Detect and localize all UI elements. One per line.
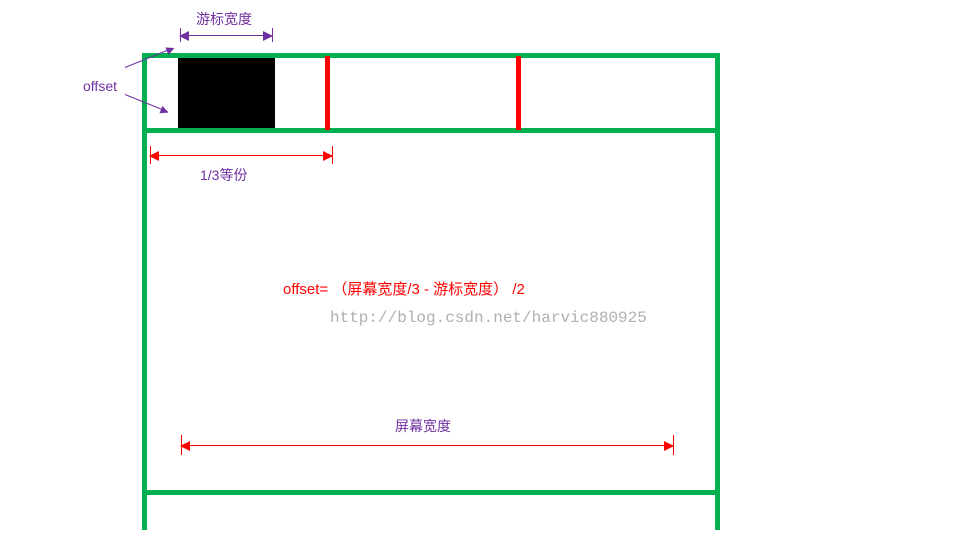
one-third-tick-left [150,146,151,164]
formula-text: offset= （屏幕宽度/3 - 游标宽度） /2 [283,278,525,299]
cursor-width-label: 游标宽度 [196,9,252,29]
frame-header-bottom [142,128,720,133]
one-third-arrow [150,155,332,156]
offset-label: offset [83,78,117,94]
separator-1 [325,56,330,130]
screen-width-label: 屏幕宽度 [395,416,451,436]
cursor-width-arrow [180,35,272,36]
watermark-text: http://blog.csdn.net/harvic880925 [330,309,647,327]
frame-bottom [142,490,720,495]
one-third-tick-right [332,146,333,164]
frame-right [715,53,720,530]
cursor-width-tick-left [180,28,181,42]
one-third-label: 1/3等份 [200,165,247,185]
cursor-width-tick-right [272,28,273,42]
screen-width-arrow [181,445,673,446]
frame-left [142,53,147,530]
diagram-stage: 游标宽度 offset 1/3等份 offset= （屏幕宽度/3 - 游标宽度… [0,0,960,540]
screen-width-tick-right [673,435,674,455]
screen-width-tick-left [181,435,182,455]
separator-2 [516,56,521,130]
cursor-block [178,58,275,128]
